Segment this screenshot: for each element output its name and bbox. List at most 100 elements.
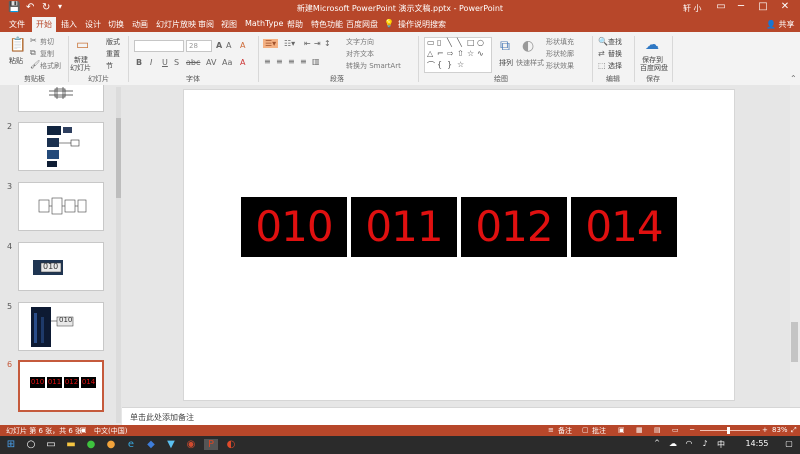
copy-icon[interactable]: ⧉ <box>30 48 36 58</box>
line-spacing-icon[interactable]: ↕ <box>324 39 331 48</box>
shape-outline-button[interactable]: 形状轮廓 <box>546 49 574 59</box>
change-case-icon[interactable]: Aa <box>222 58 232 67</box>
quick-styles-button[interactable]: 快速样式 <box>516 58 544 68</box>
text-direction-button[interactable]: 文字方向 <box>346 37 374 47</box>
rectangle-shape-icon[interactable]: □ <box>467 38 475 47</box>
spellcheck-icon[interactable]: ▣ <box>80 426 87 434</box>
bullets-icon[interactable]: ☰▾ <box>263 39 279 48</box>
zoom-slider-track[interactable] <box>700 430 760 431</box>
app-icon[interactable]: ▼ <box>164 439 178 450</box>
digit-display-1[interactable]: 010 <box>241 197 347 257</box>
align-right-icon[interactable]: ≡ <box>288 57 295 66</box>
search-icon[interactable]: ○ <box>24 439 38 450</box>
tab-animations[interactable]: 动画 <box>132 19 148 30</box>
notification-icon[interactable]: ▢ <box>782 439 796 448</box>
tab-transitions[interactable]: 切换 <box>108 19 124 30</box>
zoom-in-icon[interactable]: + <box>762 426 768 434</box>
windows-start-icon[interactable]: ⊞ <box>4 439 18 450</box>
tab-insert[interactable]: 插入 <box>61 19 77 30</box>
shadow-icon[interactable]: S <box>174 58 179 67</box>
cut-icon[interactable]: ✂ <box>30 36 37 45</box>
normal-view-icon[interactable]: ▣ <box>618 426 625 434</box>
slide-thumbnail-6[interactable]: 010 011 012 014 <box>18 360 104 412</box>
digit-display-2[interactable]: 011 <box>351 197 457 257</box>
font-color-icon[interactable]: A <box>240 58 245 67</box>
arrange-button[interactable]: 排列 <box>499 58 513 68</box>
format-painter-icon[interactable]: 🖌 <box>30 60 40 69</box>
tab-slideshow[interactable]: 幻灯片放映 <box>156 19 196 30</box>
task-view-icon[interactable]: ▭ <box>44 439 58 450</box>
brace-shape-icon[interactable]: } <box>447 60 452 69</box>
tell-me-search[interactable]: 操作说明搜索 <box>398 19 446 30</box>
notes-pane[interactable]: 单击此处添加备注 <box>122 407 800 426</box>
numbering-icon[interactable]: ☷▾ <box>284 39 295 48</box>
tab-view[interactable]: 视图 <box>221 19 237 30</box>
star-shape-icon[interactable]: ☆ <box>467 49 474 58</box>
slide-thumbnail-1[interactable] <box>18 85 104 112</box>
clear-format-icon[interactable]: A <box>240 41 245 50</box>
bold-icon[interactable]: B <box>136 58 142 67</box>
arrow-shape-icon[interactable]: ⇨ <box>447 49 454 58</box>
replace-button[interactable]: 替换 <box>608 49 622 59</box>
textbox-vertical-shape-icon[interactable]: ▯ <box>437 38 441 47</box>
slide-thumbnail-2[interactable] <box>18 122 104 171</box>
strikethrough-icon[interactable]: abc <box>186 58 200 67</box>
digit-display-3[interactable]: 012 <box>461 197 567 257</box>
slide-sorter-icon[interactable]: ▦ <box>636 426 643 434</box>
reset-button[interactable]: 重置 <box>106 49 120 59</box>
tab-help[interactable]: 帮助 <box>287 19 303 30</box>
align-left-icon[interactable]: ≡ <box>264 57 271 66</box>
decrease-font-icon[interactable]: A <box>226 41 231 50</box>
curve-shape-icon[interactable]: ∿ <box>477 49 484 58</box>
thumbnail-scroll-thumb[interactable] <box>116 118 121 198</box>
char-spacing-icon[interactable]: AV <box>206 58 216 67</box>
smartart-button[interactable]: 转换为 SmartArt <box>346 61 401 71</box>
collapse-ribbon-icon[interactable]: ⌃ <box>790 74 797 83</box>
paste-label[interactable]: 粘贴 <box>9 56 23 66</box>
textbox-shape-icon[interactable]: ▭ <box>427 38 435 47</box>
line-shape-icon[interactable]: ╲ <box>457 38 462 47</box>
cut-button[interactable]: 剪切 <box>40 37 54 47</box>
layout-button[interactable]: 版式 <box>106 37 120 47</box>
app-icon[interactable]: ◉ <box>184 439 198 450</box>
freeform-shape-icon[interactable]: ⌒ <box>427 60 435 71</box>
find-icon[interactable]: 🔍 <box>598 37 608 46</box>
new-slide-label-2[interactable]: 幻灯片 <box>70 63 91 73</box>
app-icon[interactable]: ◆ <box>144 439 158 450</box>
tab-review[interactable]: 审阅 <box>198 19 214 30</box>
quick-styles-icon[interactable]: ◐ <box>522 38 534 54</box>
ime-icon[interactable]: 中 <box>714 439 728 450</box>
tab-features[interactable]: 特色功能 <box>311 19 343 30</box>
baidu-label[interactable]: 百度网盘 <box>640 63 668 73</box>
digit-display-4[interactable]: 014 <box>571 197 677 257</box>
section-button[interactable]: 节 <box>106 61 113 71</box>
user-name[interactable]: 轩 小 <box>683 3 702 14</box>
new-slide-icon[interactable]: ▭ <box>76 37 89 53</box>
baidu-cloud-icon[interactable]: ☁ <box>645 37 659 53</box>
slide-thumbnail-4[interactable]: 010 <box>18 242 104 291</box>
arrange-icon[interactable]: ⧉ <box>500 38 510 54</box>
find-button[interactable]: 查找 <box>608 37 622 47</box>
zoom-level[interactable]: 83% <box>772 426 788 434</box>
italic-icon[interactable]: I <box>150 58 152 67</box>
shape-fill-button[interactable]: 形状填充 <box>546 37 574 47</box>
tab-home[interactable]: 开始 <box>32 17 56 32</box>
share-button[interactable]: 👤 共享 <box>766 19 795 30</box>
language-indicator[interactable]: 中文(中国) <box>94 426 127 436</box>
increase-indent-icon[interactable]: ⇥ <box>314 39 321 48</box>
zoom-out-icon[interactable]: ─ <box>690 426 694 434</box>
zoom-slider-thumb[interactable] <box>727 427 730 434</box>
slideshow-icon[interactable]: ▭ <box>672 426 679 434</box>
ribbon-display-button[interactable]: ▭ <box>712 1 730 12</box>
arrow-shape-icon[interactable]: ⇧ <box>457 49 464 58</box>
file-explorer-icon[interactable]: ▬ <box>64 439 78 450</box>
volume-icon[interactable]: ♪ <box>698 439 712 448</box>
edge-icon[interactable]: e <box>124 439 138 450</box>
tab-file[interactable]: 文件 <box>9 19 25 30</box>
replace-icon[interactable]: ⇄ <box>598 49 605 58</box>
shape-effects-button[interactable]: 形状效果 <box>546 61 574 71</box>
reading-view-icon[interactable]: ▤ <box>654 426 661 434</box>
notes-button[interactable]: 备注 <box>558 426 572 436</box>
oval-shape-icon[interactable]: ○ <box>477 38 484 47</box>
shapes-gallery[interactable]: ▭ ▯ ╲ ╲ □ ○ △ ⌐ ⇨ ⇧ ☆ ∿ ⌒ { } ☆ <box>424 37 492 73</box>
